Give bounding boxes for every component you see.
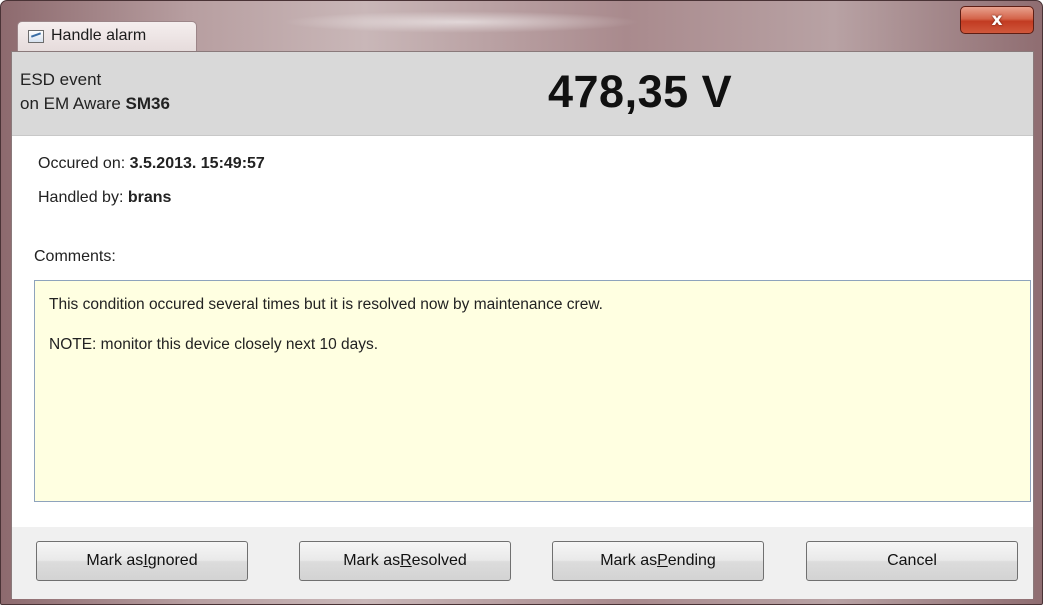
alarm-header: ESD event on EM Aware SM36 478,35 V: [12, 52, 1033, 136]
button-mnemonic: P: [657, 552, 668, 569]
button-mnemonic: R: [400, 552, 412, 569]
comments-label: Comments:: [34, 248, 116, 265]
button-bar: Mark as Ignored Mark as Resolved Mark as…: [12, 527, 1033, 599]
title-bar[interactable]: Handle alarm x: [1, 1, 1042, 51]
comments-textarea[interactable]: This condition occured several times but…: [34, 280, 1031, 502]
button-label-rest: esolved: [411, 552, 467, 569]
comment-line-1: This condition occured several times but…: [49, 296, 603, 313]
device-prefix: on EM Aware: [20, 94, 126, 113]
app-window-icon: [28, 30, 44, 43]
mark-resolved-button[interactable]: Mark as Resolved: [299, 541, 511, 581]
button-label-prefix: Mark as: [600, 552, 658, 569]
window-title-tab: Handle alarm: [17, 21, 197, 51]
alarm-reading: 478,35 V: [548, 66, 733, 117]
mark-ignored-button[interactable]: Mark as Ignored: [36, 541, 248, 581]
handled-value: brans: [127, 189, 172, 206]
button-label-rest: gnored: [147, 552, 198, 569]
handled-by: Handled by: brans: [38, 189, 171, 207]
comment-blank-line: [49, 315, 1016, 335]
occurred-value: 3.5.2013. 15:49:57: [129, 155, 265, 172]
mark-pending-button[interactable]: Mark as Pending: [552, 541, 764, 581]
close-button[interactable]: x: [960, 6, 1034, 34]
button-label-rest: ending: [667, 552, 716, 569]
cancel-button[interactable]: Cancel: [806, 541, 1018, 581]
handled-label: Handled by:: [38, 189, 128, 206]
device-name: SM36: [125, 94, 170, 113]
occurred-label: Occured on:: [38, 155, 130, 172]
title-bar-background: [281, 11, 641, 33]
button-label-prefix: Mark as: [86, 552, 144, 569]
occurred-on: Occured on: 3.5.2013. 15:49:57: [38, 155, 265, 173]
dialog-content: ESD event on EM Aware SM36 478,35 V Occu…: [11, 51, 1034, 599]
close-icon: x: [991, 10, 1003, 30]
button-label-prefix: Mark as: [343, 552, 401, 569]
device-line: on EM Aware SM36: [20, 94, 170, 114]
window-title: Handle alarm: [51, 27, 147, 44]
handle-alarm-window: Handle alarm x ESD event on EM Aware SM3…: [0, 0, 1043, 605]
event-type: ESD event: [20, 70, 102, 89]
comment-line-2: NOTE: monitor this device closely next 1…: [49, 336, 379, 353]
